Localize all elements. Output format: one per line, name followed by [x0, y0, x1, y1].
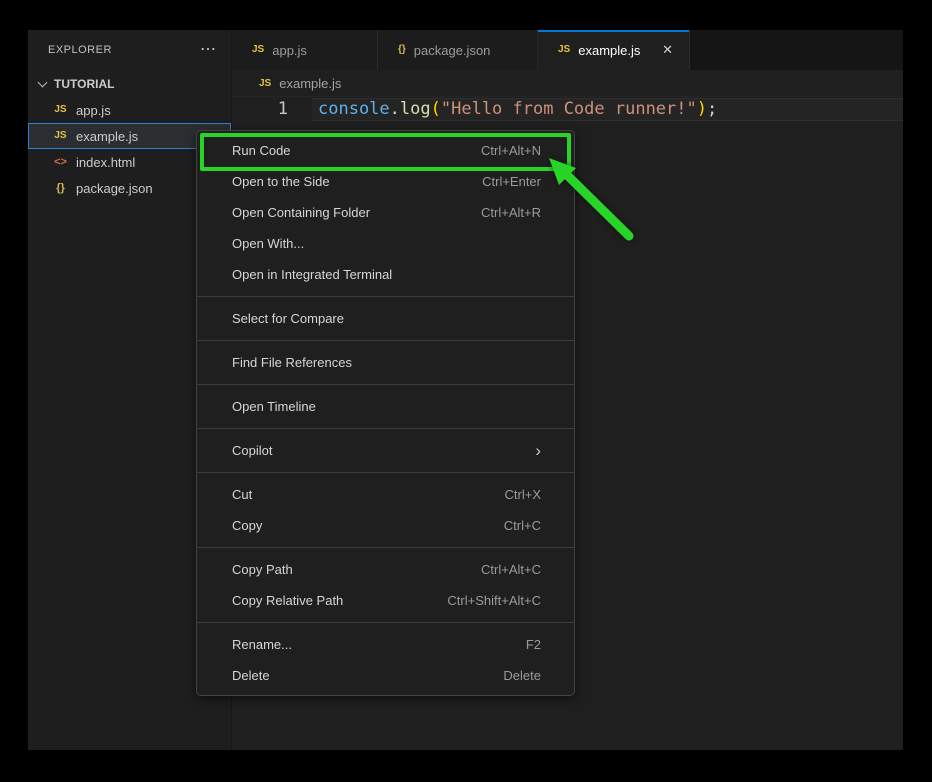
- js-file-icon: JS: [558, 45, 570, 55]
- js-file-icon: JS: [252, 45, 264, 55]
- menu-item-shortcut: F2: [526, 637, 541, 652]
- menu-item-shortcut: Ctrl+Alt+C: [481, 562, 541, 577]
- breadcrumb-file-label: example.js: [279, 76, 341, 91]
- json-file-icon: {}: [398, 45, 406, 55]
- menu-item-label: Cut: [232, 487, 252, 502]
- menu-item-label: Rename...: [232, 637, 292, 652]
- menu-item-label: Delete: [232, 668, 270, 683]
- close-icon[interactable]: ✕: [662, 42, 673, 58]
- file-label: package.json: [76, 181, 153, 196]
- js-file-icon: JS: [52, 131, 69, 141]
- code-token: console: [318, 99, 390, 119]
- menu-item-select-for-compare[interactable]: Select for Compare: [197, 303, 574, 334]
- code-token: "Hello from Code runner!": [441, 99, 697, 119]
- code-token: ): [697, 99, 707, 119]
- menu-item-label: Open Timeline: [232, 399, 316, 414]
- breadcrumb[interactable]: JS example.js: [232, 70, 903, 97]
- file-label: example.js: [76, 129, 138, 144]
- menu-item-label: Run Code: [232, 143, 291, 158]
- folder-tutorial[interactable]: TUTORIAL: [28, 70, 231, 97]
- menu-item-shortcut: Ctrl+Alt+N: [481, 143, 541, 158]
- js-file-icon: JS: [259, 78, 271, 89]
- html-file-icon: <>: [52, 157, 69, 168]
- menu-item-label: Open in Integrated Terminal: [232, 267, 392, 282]
- menu-item-open-to-the-side[interactable]: Open to the Side Ctrl+Enter: [197, 166, 574, 197]
- menu-item-label: Open to the Side: [232, 174, 330, 189]
- menu-separator: [197, 334, 574, 347]
- menu-item-copilot[interactable]: Copilot ›: [197, 435, 574, 466]
- explorer-title: EXPLORER: [48, 44, 112, 56]
- menu-item-label: Copy Relative Path: [232, 593, 343, 608]
- menu-item-shortcut: Delete: [503, 668, 541, 683]
- file-item-app.js[interactable]: JS app.js: [28, 97, 231, 123]
- tab-package.json[interactable]: {} package.json: [378, 30, 538, 70]
- code-token: .: [390, 99, 400, 119]
- menu-item-label: Copy: [232, 518, 262, 533]
- tab-label: package.json: [414, 43, 491, 58]
- tab-label: example.js: [578, 43, 640, 58]
- menu-item-label: Open With...: [232, 236, 304, 251]
- submenu-arrow-icon: ›: [535, 442, 541, 459]
- folder-label: TUTORIAL: [54, 77, 114, 91]
- menu-item-shortcut: Ctrl+Shift+Alt+C: [447, 593, 541, 608]
- tab-bar: JS app.js {} package.json JS example.js ✕: [232, 30, 903, 70]
- code-line-content: console.log("Hello from Code runner!");: [312, 98, 903, 121]
- tab-example.js[interactable]: JS example.js ✕: [538, 30, 690, 70]
- menu-item-open-with[interactable]: Open With...: [197, 228, 574, 259]
- menu-item-label: Select for Compare: [232, 311, 344, 326]
- menu-item-shortcut: Ctrl+C: [504, 518, 541, 533]
- chevron-down-icon: [38, 77, 48, 87]
- menu-item-label: Open Containing Folder: [232, 205, 370, 220]
- menu-item-delete[interactable]: Delete Delete: [197, 660, 574, 691]
- menu-item-label: Find File References: [232, 355, 352, 370]
- menu-item-shortcut: Ctrl+Alt+R: [481, 205, 541, 220]
- code-token: ;: [707, 99, 717, 119]
- menu-item-open-timeline[interactable]: Open Timeline: [197, 391, 574, 422]
- menu-item-label: Copilot: [232, 443, 272, 458]
- tab-label: app.js: [272, 43, 307, 58]
- js-file-icon: JS: [52, 105, 69, 115]
- menu-item-copy-relative-path[interactable]: Copy Relative Path Ctrl+Shift+Alt+C: [197, 585, 574, 616]
- more-actions-icon[interactable]: ⋯: [200, 42, 217, 58]
- line-number: 1: [232, 98, 288, 121]
- explorer-header: EXPLORER ⋯: [28, 30, 231, 70]
- context-menu: Run Code Ctrl+Alt+N Open to the Side Ctrl+E…: [196, 130, 575, 696]
- menu-separator: [197, 422, 574, 435]
- code-token: (: [431, 99, 441, 119]
- json-file-icon: {}: [52, 183, 69, 194]
- menu-item-cut[interactable]: Cut Ctrl+X: [197, 479, 574, 510]
- menu-separator: [197, 466, 574, 479]
- menu-item-rename[interactable]: Rename... F2: [197, 629, 574, 660]
- menu-separator: [197, 541, 574, 554]
- file-label: index.html: [76, 155, 135, 170]
- menu-item-shortcut: Ctrl+Enter: [482, 174, 541, 189]
- code-line-row: 1 console.log("Hello from Code runner!")…: [232, 98, 903, 121]
- menu-item-run-code[interactable]: Run Code Ctrl+Alt+N: [197, 135, 574, 166]
- menu-separator: [197, 378, 574, 391]
- menu-item-label: Copy Path: [232, 562, 293, 577]
- menu-separator: [197, 616, 574, 629]
- menu-separator: [197, 290, 574, 303]
- tab-app.js[interactable]: JS app.js: [232, 30, 378, 70]
- menu-item-find-file-references[interactable]: Find File References: [197, 347, 574, 378]
- menu-item-copy-path[interactable]: Copy Path Ctrl+Alt+C: [197, 554, 574, 585]
- menu-item-copy[interactable]: Copy Ctrl+C: [197, 510, 574, 541]
- file-label: app.js: [76, 103, 111, 118]
- menu-item-open-containing-folder[interactable]: Open Containing Folder Ctrl+Alt+R: [197, 197, 574, 228]
- menu-item-open-in-integrated-terminal[interactable]: Open in Integrated Terminal: [197, 259, 574, 290]
- code-token: log: [400, 99, 431, 119]
- menu-item-shortcut: Ctrl+X: [505, 487, 541, 502]
